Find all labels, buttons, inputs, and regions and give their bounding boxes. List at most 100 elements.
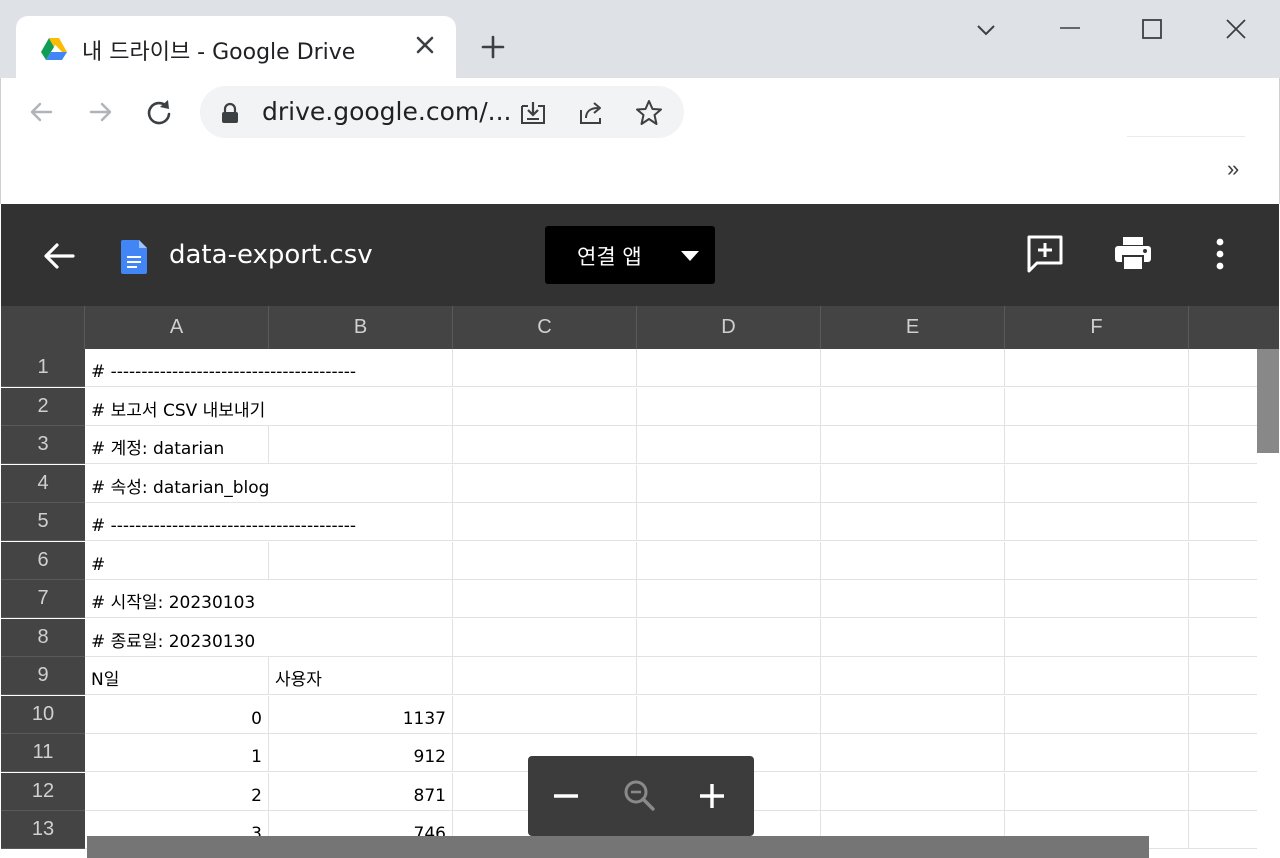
cell-a[interactable]: # 보고서 CSV 내보내기 bbox=[85, 388, 269, 426]
open-with-button[interactable]: 연결 앱 bbox=[545, 226, 715, 284]
cell-empty[interactable] bbox=[821, 618, 1005, 657]
row-header[interactable]: 3 bbox=[1, 426, 85, 464]
cell-a[interactable]: # 계정: datarian bbox=[85, 426, 269, 464]
cell-empty[interactable] bbox=[1005, 464, 1189, 503]
horizontal-scrollbar-thumb[interactable] bbox=[87, 836, 1149, 858]
row-header[interactable]: 5 bbox=[1, 503, 85, 541]
cell-empty[interactable] bbox=[1005, 503, 1189, 541]
cell-a[interactable]: # --------------------------------------… bbox=[85, 503, 356, 541]
column-header-a[interactable]: A bbox=[85, 306, 269, 349]
cell-empty[interactable] bbox=[453, 695, 637, 734]
back-arrow-icon[interactable] bbox=[41, 238, 77, 274]
cell-empty[interactable] bbox=[637, 580, 821, 618]
cell-a[interactable]: # bbox=[85, 541, 269, 580]
cell-empty[interactable] bbox=[637, 387, 821, 426]
cell-empty[interactable] bbox=[1005, 541, 1189, 580]
row-header[interactable]: 1 bbox=[1, 349, 85, 387]
cell-empty[interactable] bbox=[453, 464, 637, 503]
cell-empty[interactable] bbox=[453, 349, 637, 387]
zoom-out-icon[interactable] bbox=[546, 776, 586, 816]
cell-empty[interactable] bbox=[821, 580, 1005, 618]
cell-empty[interactable] bbox=[453, 387, 637, 426]
cell-a[interactable]: 1 bbox=[85, 734, 269, 772]
cell-empty[interactable] bbox=[637, 695, 821, 734]
cell-b[interactable] bbox=[269, 349, 453, 387]
add-comment-icon[interactable] bbox=[1025, 234, 1065, 274]
column-header-g[interactable]: G bbox=[1189, 306, 1279, 349]
cell-a[interactable]: # 종료일: 20230130 bbox=[85, 619, 269, 657]
cell-b[interactable]: 871 bbox=[269, 772, 453, 811]
cell-b[interactable] bbox=[269, 387, 453, 426]
cell-b[interactable] bbox=[269, 541, 453, 580]
cell-empty[interactable] bbox=[453, 657, 637, 695]
cell-empty[interactable] bbox=[637, 426, 821, 464]
row-header[interactable]: 4 bbox=[1, 464, 85, 503]
row-header[interactable]: 10 bbox=[1, 695, 85, 734]
reload-icon[interactable] bbox=[143, 96, 175, 128]
column-header-f[interactable]: F bbox=[1005, 306, 1189, 349]
cell-empty[interactable] bbox=[1005, 618, 1189, 657]
column-header-e[interactable]: E bbox=[821, 306, 1005, 349]
cell-a[interactable]: 0 bbox=[85, 695, 269, 734]
vertical-scrollbar-thumb[interactable] bbox=[1257, 349, 1279, 453]
cell-empty[interactable] bbox=[821, 426, 1005, 464]
cell-b[interactable]: 1137 bbox=[269, 695, 453, 734]
row-header[interactable]: 9 bbox=[1, 657, 85, 695]
more-options-icon[interactable] bbox=[1200, 234, 1240, 274]
back-icon[interactable] bbox=[25, 96, 57, 128]
cell-b[interactable]: 912 bbox=[269, 734, 453, 772]
forward-icon[interactable] bbox=[85, 96, 117, 128]
row-header[interactable]: 7 bbox=[1, 580, 85, 618]
cell-empty[interactable] bbox=[1005, 734, 1189, 772]
row-header[interactable]: 2 bbox=[1, 387, 85, 426]
cell-b[interactable] bbox=[269, 426, 453, 464]
cell-empty[interactable] bbox=[453, 426, 637, 464]
close-window-icon[interactable] bbox=[1216, 10, 1256, 50]
cell-empty[interactable] bbox=[821, 734, 1005, 772]
url-text[interactable]: drive.google.com/... bbox=[262, 97, 511, 126]
cell-empty[interactable] bbox=[637, 464, 821, 503]
cell-empty[interactable] bbox=[1005, 426, 1189, 464]
cell-empty[interactable] bbox=[821, 657, 1005, 695]
cell-a[interactable]: # 속성: datarian_blog bbox=[85, 465, 269, 503]
cell-empty[interactable] bbox=[1005, 657, 1189, 695]
cell-empty[interactable] bbox=[453, 503, 637, 541]
zoom-in-icon[interactable] bbox=[692, 776, 732, 816]
cell-empty[interactable] bbox=[821, 503, 1005, 541]
zoom-reset-icon[interactable] bbox=[620, 776, 660, 816]
tab-search-icon[interactable] bbox=[966, 10, 1006, 50]
cell-b[interactable] bbox=[269, 618, 453, 657]
cell-b[interactable] bbox=[269, 580, 453, 618]
cell-empty[interactable] bbox=[1005, 387, 1189, 426]
cell-empty[interactable] bbox=[1005, 580, 1189, 618]
address-bar[interactable]: drive.google.com/... bbox=[200, 86, 684, 138]
row-header[interactable]: 11 bbox=[1, 734, 85, 772]
cell-empty[interactable] bbox=[821, 387, 1005, 426]
row-header[interactable]: 12 bbox=[1, 772, 85, 811]
cell-empty[interactable] bbox=[821, 464, 1005, 503]
column-header-b[interactable]: B bbox=[269, 306, 453, 349]
close-tab-icon[interactable] bbox=[412, 32, 438, 58]
cell-a[interactable]: # 시작일: 20230103 bbox=[85, 580, 269, 618]
minimize-icon[interactable] bbox=[1050, 10, 1090, 50]
cell-empty[interactable] bbox=[821, 349, 1005, 387]
print-icon[interactable] bbox=[1113, 234, 1153, 274]
cell-empty[interactable] bbox=[637, 657, 821, 695]
new-tab-icon[interactable] bbox=[478, 32, 508, 62]
row-header[interactable]: 8 bbox=[1, 618, 85, 657]
cell-empty[interactable] bbox=[821, 541, 1005, 580]
row-header[interactable]: 6 bbox=[1, 541, 85, 580]
lock-icon[interactable] bbox=[220, 102, 240, 124]
cell-a[interactable]: 2 bbox=[85, 772, 269, 811]
share-icon[interactable] bbox=[576, 98, 606, 128]
cell-empty[interactable] bbox=[1005, 772, 1189, 811]
cell-b[interactable] bbox=[269, 464, 453, 503]
cell-empty[interactable] bbox=[821, 772, 1005, 811]
select-all-corner[interactable] bbox=[1, 306, 85, 349]
cell-b[interactable]: 사용자 bbox=[269, 657, 453, 695]
install-app-icon[interactable] bbox=[518, 98, 548, 128]
cell-empty[interactable] bbox=[637, 618, 821, 657]
cell-empty[interactable] bbox=[1005, 695, 1189, 734]
cell-empty[interactable] bbox=[821, 695, 1005, 734]
cell-a[interactable]: N일 bbox=[85, 657, 269, 695]
